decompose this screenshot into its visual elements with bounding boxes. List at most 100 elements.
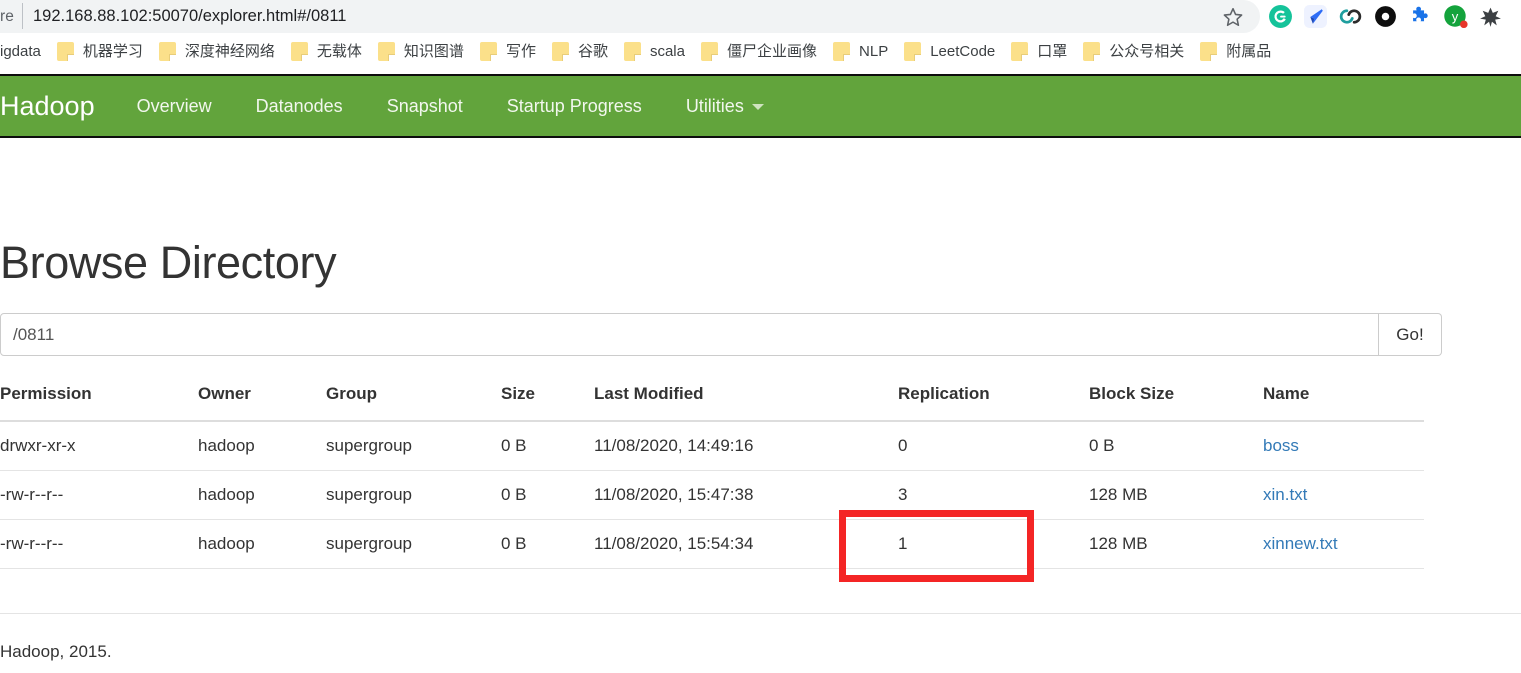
column-header-owner: Owner xyxy=(198,384,326,422)
bookmark-label: 谷歌 xyxy=(577,42,608,60)
bookmark-item[interactable]: scala xyxy=(616,38,693,66)
cell-block-size: 0 B xyxy=(1089,421,1263,471)
grammarly-extension-icon[interactable] xyxy=(1268,4,1293,29)
page-content: Browse Directory Go! Permission Owner Gr… xyxy=(0,138,1521,673)
cell-group: supergroup xyxy=(326,519,501,569)
cell-block-size: 128 MB xyxy=(1089,519,1263,569)
bookmark-label: NLP xyxy=(859,42,889,60)
nav-item-datanodes[interactable]: Datanodes xyxy=(256,97,343,115)
path-input-group: Go! xyxy=(0,313,1442,356)
table-row: -rw-r--r-- hadoop supergroup 0 B 11/08/2… xyxy=(0,519,1424,569)
browser-chrome: re 192.168.88.102:50070/explorer.html#/0… xyxy=(0,0,1521,70)
cell-replication-highlighted: 1 xyxy=(898,519,1089,569)
kite-extension-icon[interactable] xyxy=(1303,4,1328,29)
bookmark-item[interactable]: 谷歌 xyxy=(544,38,616,66)
file-link[interactable]: xinnew.txt xyxy=(1263,534,1338,553)
bookmark-item[interactable]: 口罩 xyxy=(1003,38,1075,66)
bookmark-item[interactable]: NLP xyxy=(825,38,896,66)
bookmark-item[interactable]: 知识图谱 xyxy=(370,38,472,66)
folder-icon xyxy=(904,42,922,61)
cell-block-size: 128 MB xyxy=(1089,470,1263,520)
nav-item-utilities[interactable]: Utilities xyxy=(686,97,764,115)
cell-group: supergroup xyxy=(326,470,501,520)
cell-replication: 3 xyxy=(898,470,1089,520)
omnibox-row: re 192.168.88.102:50070/explorer.html#/0… xyxy=(0,0,1521,33)
folder-icon xyxy=(56,42,74,61)
folder-icon xyxy=(377,42,395,61)
table-row: drwxr-xr-x hadoop supergroup 0 B 11/08/2… xyxy=(0,421,1424,471)
folder-icon xyxy=(833,42,851,61)
bookmark-label: 知识图谱 xyxy=(403,42,464,60)
loop-extension-icon[interactable] xyxy=(1338,4,1363,29)
bookmark-label: scala xyxy=(649,42,685,60)
cell-name: xinnew.txt xyxy=(1263,519,1424,569)
ring-extension-icon[interactable] xyxy=(1373,4,1398,29)
folder-icon xyxy=(701,42,718,61)
puzzle-extensions-icon[interactable] xyxy=(1408,4,1433,29)
column-header-group: Group xyxy=(326,384,501,422)
bookmark-label: 附属品 xyxy=(1226,42,1272,60)
bookmark-star-icon[interactable] xyxy=(1222,6,1244,28)
folder-icon xyxy=(158,42,176,61)
bookmark-label: igdata xyxy=(0,42,41,60)
column-header-last-modified: Last Modified xyxy=(594,384,898,422)
folder-icon xyxy=(290,42,308,61)
nav-item-startup-progress[interactable]: Startup Progress xyxy=(507,97,642,115)
bookmark-label: 机器学习 xyxy=(82,42,143,60)
cell-owner: hadoop xyxy=(198,470,326,520)
bookmark-item[interactable]: 机器学习 xyxy=(49,38,151,66)
go-button[interactable]: Go! xyxy=(1379,313,1442,356)
nav-item-snapshot[interactable]: Snapshot xyxy=(387,97,463,115)
bookmark-item[interactable]: igdata xyxy=(0,38,49,66)
bookmark-label: 口罩 xyxy=(1037,42,1068,60)
cell-owner: hadoop xyxy=(198,421,326,471)
bookmark-label: 公众号相关 xyxy=(1109,42,1185,60)
cell-group: supergroup xyxy=(326,421,501,471)
footer-divider xyxy=(0,613,1521,614)
cell-last-modified: 11/08/2020, 15:47:38 xyxy=(594,470,898,520)
file-link[interactable]: xin.txt xyxy=(1263,485,1307,504)
page-title: Browse Directory xyxy=(0,237,337,289)
bookmark-item[interactable]: 深度神经网络 xyxy=(151,38,283,66)
bookmark-label: 僵尸企业画像 xyxy=(727,42,818,60)
youdao-extension-icon[interactable]: y xyxy=(1443,4,1468,29)
bookmark-label: 写作 xyxy=(505,42,536,60)
column-header-name: Name xyxy=(1263,384,1424,422)
chevron-down-icon xyxy=(751,104,764,111)
folder-icon xyxy=(1011,42,1029,61)
nav-item-utilities-label: Utilities xyxy=(685,96,744,116)
folder-icon xyxy=(479,42,497,61)
bookmark-item[interactable]: LeetCode xyxy=(896,38,1003,66)
column-header-permission: Permission xyxy=(0,384,198,422)
cell-size: 0 B xyxy=(501,421,594,471)
cell-name: boss xyxy=(1263,421,1424,471)
folder-icon xyxy=(551,42,569,61)
bookmark-label: 深度神经网络 xyxy=(184,42,275,60)
bookmark-label: 无载体 xyxy=(316,42,362,60)
file-link[interactable]: boss xyxy=(1263,436,1299,455)
nav-item-overview[interactable]: Overview xyxy=(137,97,212,115)
column-header-block-size: Block Size xyxy=(1089,384,1263,422)
column-header-size: Size xyxy=(501,384,594,422)
bookmark-item[interactable]: 僵尸企业画像 xyxy=(693,38,825,66)
table-row: -rw-r--r-- hadoop supergroup 0 B 11/08/2… xyxy=(0,470,1424,520)
bookmark-item[interactable]: 无载体 xyxy=(283,38,370,66)
directory-path-input[interactable] xyxy=(0,313,1379,356)
hadoop-brand[interactable]: Hadoop xyxy=(0,92,95,120)
cell-size: 0 B xyxy=(501,470,594,520)
cell-permission: -rw-r--r-- xyxy=(0,470,198,520)
cell-owner: hadoop xyxy=(198,519,326,569)
hadoop-navbar: Hadoop Overview Datanodes Snapshot Start… xyxy=(0,74,1521,138)
extension-icons-group: y xyxy=(1268,3,1503,30)
bookmark-label: LeetCode xyxy=(930,42,996,60)
bookmark-item[interactable]: 公众号相关 xyxy=(1075,38,1192,66)
cell-name: xin.txt xyxy=(1263,470,1424,520)
omnibox-divider xyxy=(22,3,23,29)
bookmark-item[interactable]: 写作 xyxy=(472,38,544,66)
address-bar-url[interactable]: 192.168.88.102:50070/explorer.html#/0811 xyxy=(33,3,346,30)
bookmark-item[interactable]: 附属品 xyxy=(1192,38,1279,66)
profile-avatar-icon[interactable] xyxy=(1478,4,1503,29)
cell-last-modified: 11/08/2020, 15:54:34 xyxy=(594,519,898,569)
folder-icon xyxy=(1083,42,1101,61)
bookmarks-bar: igdata 机器学习 深度神经网络 无载体 知识图谱 写作 谷歌 scala xyxy=(0,33,1521,70)
